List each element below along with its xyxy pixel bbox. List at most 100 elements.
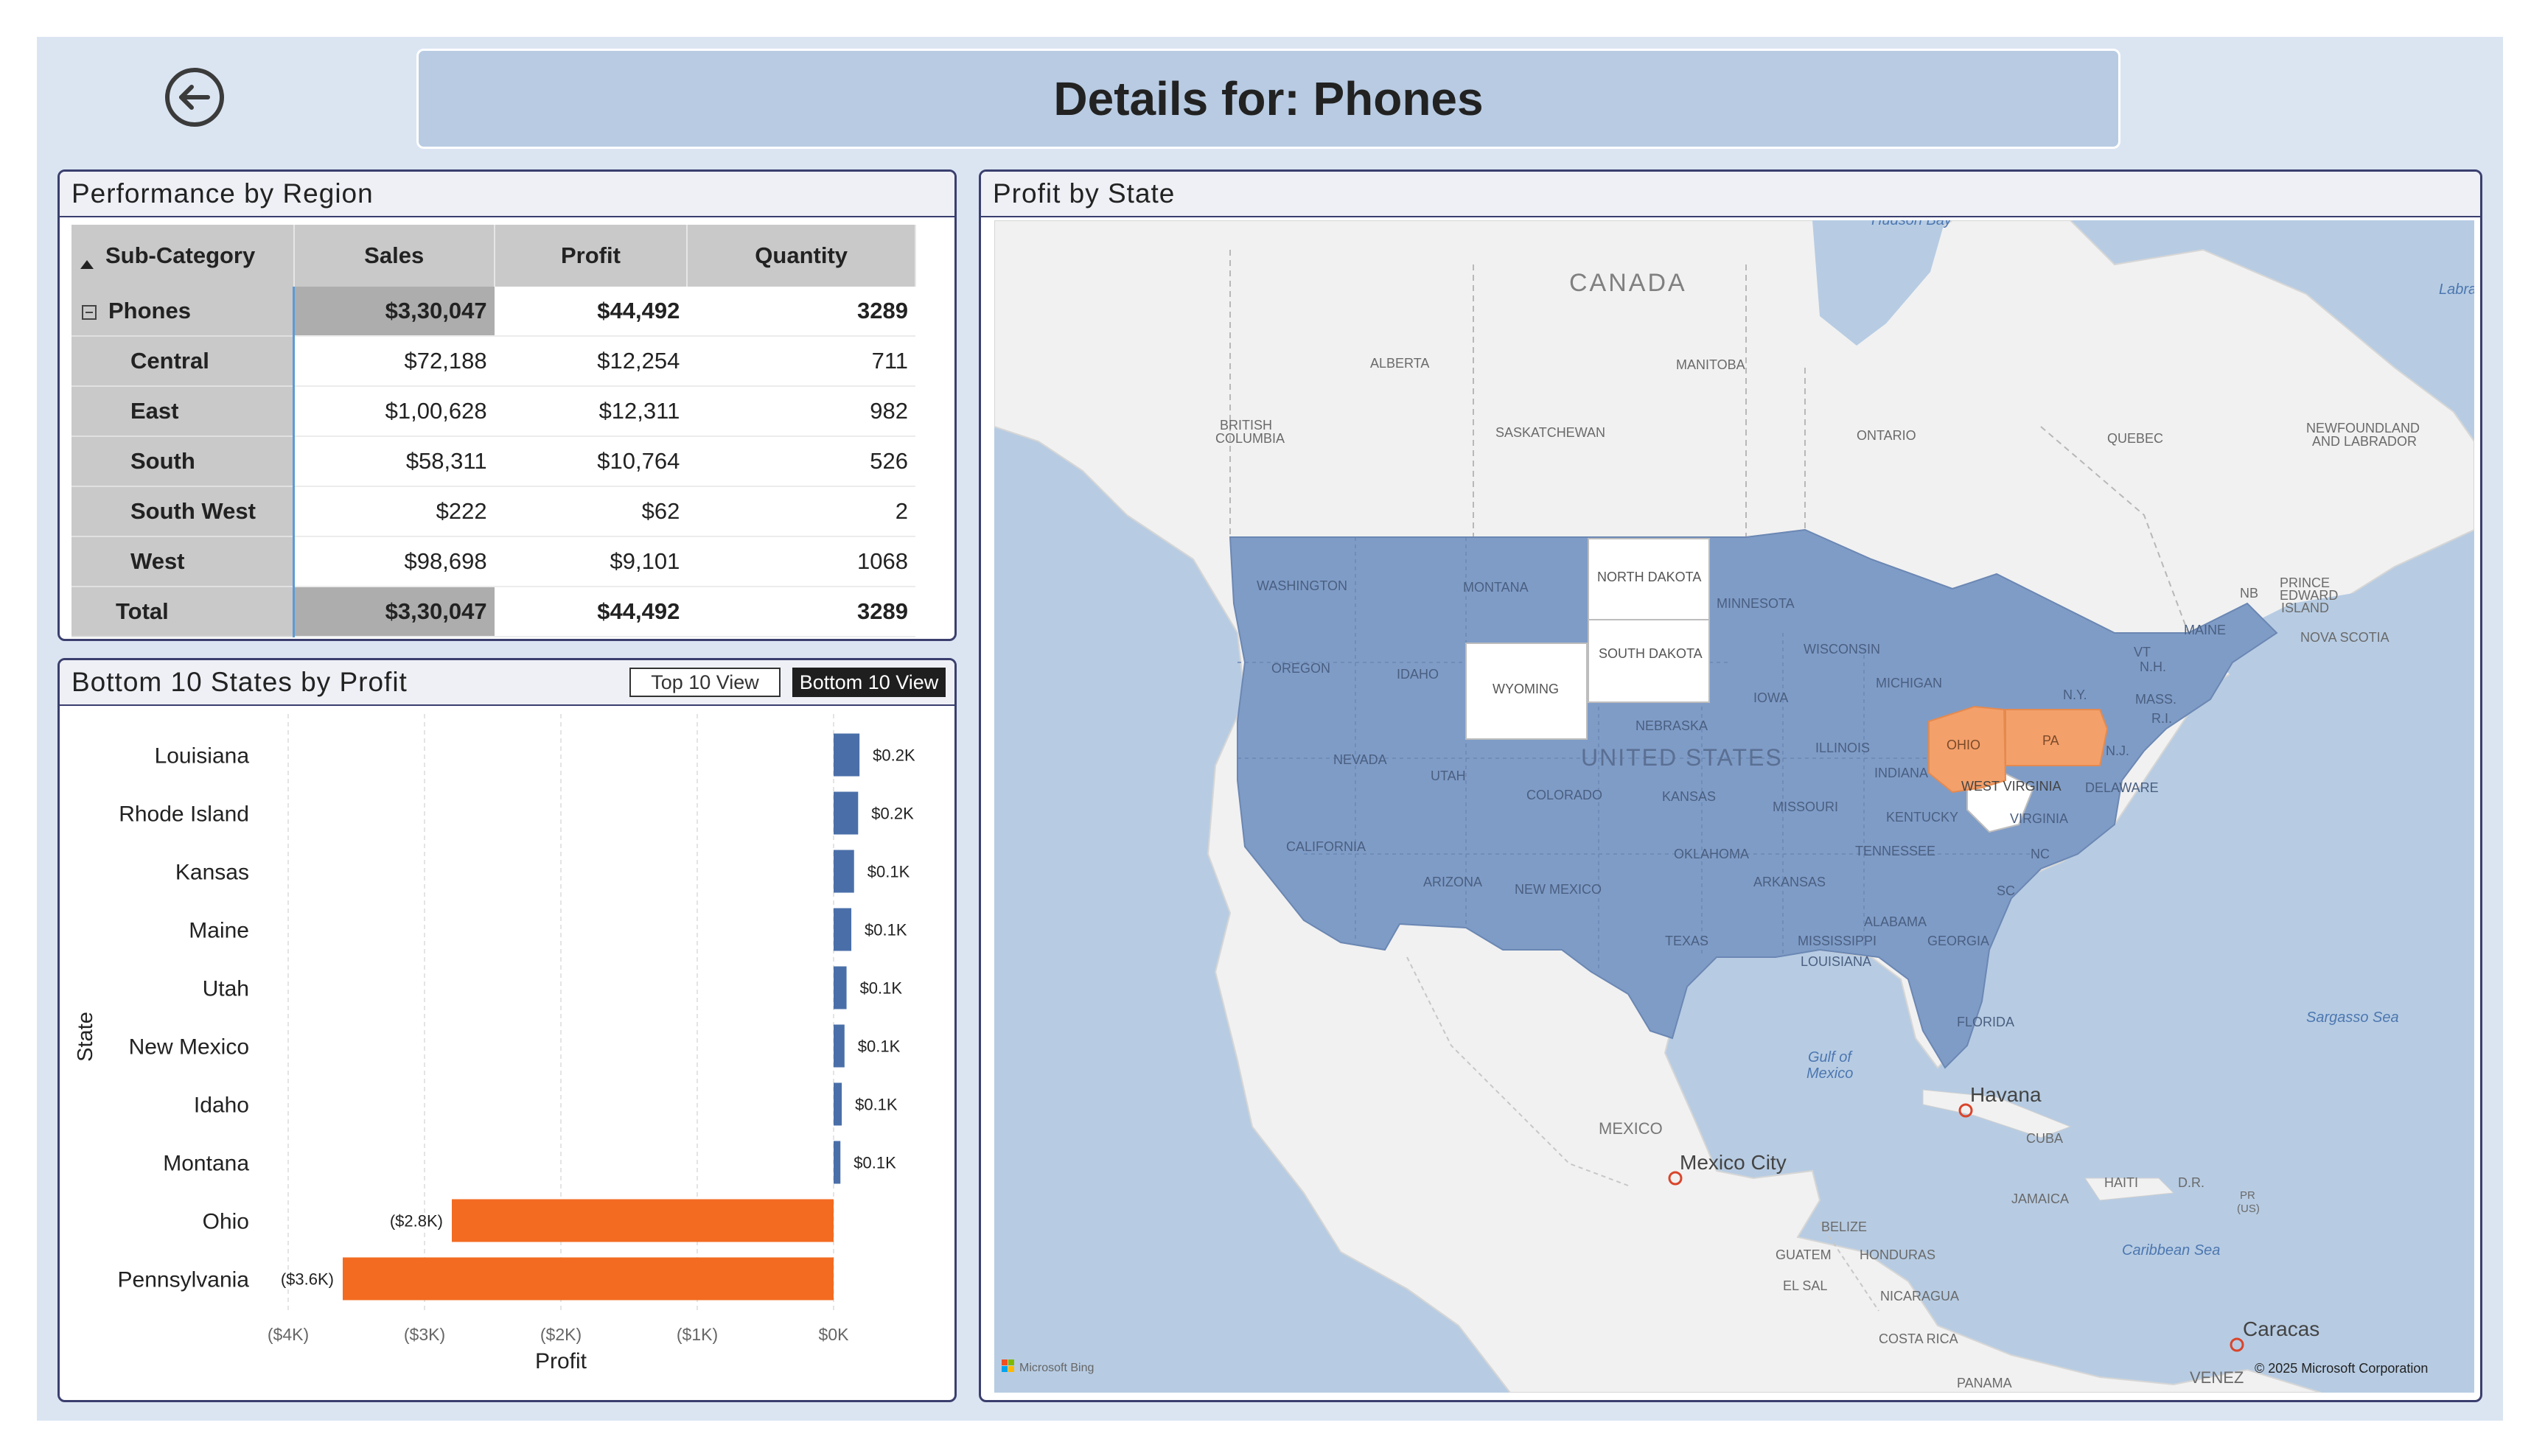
map-label: MICHIGAN: [1876, 676, 1942, 690]
bar-positive: [834, 850, 854, 893]
map-label: NB: [2240, 586, 2258, 601]
back-button[interactable]: [165, 68, 224, 127]
map-label: NEBRASKA: [1635, 718, 1708, 733]
map-label: SC: [1997, 883, 2015, 898]
map-label: HAITI: [2104, 1175, 2138, 1190]
row-header: South West: [71, 486, 296, 537]
map-label: VIRGINIA: [2010, 811, 2068, 826]
row-header-phones[interactable]: Phones: [71, 287, 296, 337]
map-label: NOVA SCOTIA: [2300, 630, 2389, 645]
bottom10-view-button[interactable]: Bottom 10 View: [792, 668, 946, 697]
bar-positive: [834, 908, 852, 951]
y-axis-label: State: [74, 1012, 97, 1062]
cell-profit: $12,254: [494, 336, 688, 387]
map-label: MONTANA: [1463, 580, 1529, 595]
map-label: FLORIDA: [1957, 1015, 2014, 1029]
cell-profit: $9,101: [494, 536, 688, 587]
column-header-sales[interactable]: Sales: [293, 225, 495, 287]
back-arrow-circle-icon: [179, 85, 210, 110]
x-tick-label: ($1K): [677, 1325, 718, 1344]
map-label: OREGON: [1271, 661, 1330, 676]
cell-sales: $1,00,628: [293, 386, 495, 437]
map-label: KANSAS: [1662, 789, 1716, 804]
map-label: WISCONSIN: [1804, 642, 1880, 657]
table-row: Central $72,188 $12,254 711: [71, 336, 915, 387]
map-label: MAINE: [2184, 623, 2226, 637]
map-label: VENEZ: [2190, 1368, 2244, 1387]
map-label: JAMAICA: [2011, 1191, 2069, 1206]
cell-profit: $10,764: [494, 436, 688, 487]
performance-table: Sub-Category Sales Profit Quantity Phone…: [71, 225, 916, 637]
row-header-total: Total: [71, 587, 296, 637]
data-label: $0.1K: [853, 1154, 896, 1172]
map-attribution: © 2025 Microsoft Corporation: [2255, 1361, 2428, 1376]
map-label: OHIO: [1947, 738, 1980, 752]
map-label: CUBA: [2026, 1131, 2063, 1146]
category-label: Louisiana: [155, 744, 250, 769]
performance-panel-title: Performance by Region: [60, 172, 954, 217]
table-row: West $98,698 $9,101 1068: [71, 536, 915, 587]
bar-negative: [343, 1257, 834, 1301]
top10-view-button[interactable]: Top 10 View: [629, 668, 781, 697]
map-label: ALABAMA: [1864, 914, 1927, 929]
cell-sales: $58,311: [293, 436, 495, 487]
map-label: GEORGIA: [1927, 934, 1989, 948]
data-label: $0.1K: [855, 1096, 898, 1114]
map-label: VT: [2134, 645, 2151, 659]
bar-positive: [834, 1024, 845, 1068]
data-label: $0.2K: [873, 746, 915, 765]
profit-map[interactable]: Hudson Bay Labrad CANADA ALBERTA MANITOB…: [994, 220, 2474, 1393]
table-header-row: Sub-Category Sales Profit Quantity: [71, 225, 916, 287]
collapse-icon[interactable]: [82, 304, 97, 320]
category-label: Utah: [203, 977, 249, 1001]
map-label: ARKANSAS: [1753, 875, 1826, 889]
x-tick-label: ($4K): [268, 1325, 309, 1344]
map-label: PR: [2240, 1189, 2255, 1202]
row-header: East: [71, 386, 296, 437]
cell-sales: $222: [293, 486, 495, 537]
map-label: NORTH DAKOTA: [1597, 570, 1701, 584]
bar-positive: [834, 1082, 842, 1126]
bar-positive: [834, 791, 859, 835]
category-label: Kansas: [175, 861, 249, 885]
sort-ascending-icon: [80, 260, 94, 269]
category-label: New Mexico: [129, 1035, 249, 1060]
category-label: Rhode Island: [119, 802, 249, 827]
map-label: Labrad: [2439, 281, 2474, 298]
map-label: N.J.: [2106, 743, 2129, 758]
data-label: ($2.8K): [390, 1212, 443, 1231]
map-label: ILLINOIS: [1815, 741, 1870, 755]
cell-profit: $62: [494, 486, 688, 537]
map-label: NICARAGUA: [1880, 1289, 1959, 1303]
bar-negative: [452, 1199, 834, 1242]
map-label: TEXAS: [1665, 934, 1708, 948]
data-label: $0.1K: [865, 921, 907, 939]
bar-positive: [834, 733, 860, 777]
map-label: MISSISSIPPI: [1798, 934, 1877, 948]
map-label: SASKATCHEWAN: [1495, 425, 1605, 440]
map-label: ARIZONA: [1423, 875, 1482, 889]
data-label: ($3.6K): [281, 1270, 334, 1289]
column-header-subcategory[interactable]: Sub-Category: [71, 225, 295, 287]
table-row: South West $222 $62 2: [71, 486, 915, 537]
row-header: South: [71, 436, 296, 487]
map-label: ISLAND: [2281, 601, 2329, 615]
category-label: Idaho: [194, 1093, 249, 1118]
map-label: IDAHO: [1397, 667, 1439, 682]
performance-panel: Performance by Region Sub-Category Sales…: [57, 169, 957, 641]
page-title: Details for: Phones: [1053, 72, 1484, 125]
table-row: East $1,00,628 $12,311 982: [71, 386, 915, 437]
column-header-profit[interactable]: Profit: [494, 225, 688, 287]
bing-logo: Microsoft Bing: [1002, 1359, 1094, 1374]
table-row-group-phones: Phones $3,30,047 $44,492 3289: [71, 287, 915, 337]
data-label: $0.1K: [860, 979, 903, 998]
map-label: KENTUCKY: [1886, 810, 1958, 825]
column-header-quantity[interactable]: Quantity: [687, 225, 916, 287]
map-label: R.I.: [2151, 711, 2172, 726]
bar-positive: [834, 966, 847, 1009]
cell-profit: $44,492: [494, 287, 688, 337]
x-tick-label: ($2K): [540, 1325, 582, 1344]
category-label: Montana: [163, 1152, 249, 1176]
data-label: $0.1K: [858, 1037, 901, 1056]
map-label: OKLAHOMA: [1674, 847, 1749, 861]
